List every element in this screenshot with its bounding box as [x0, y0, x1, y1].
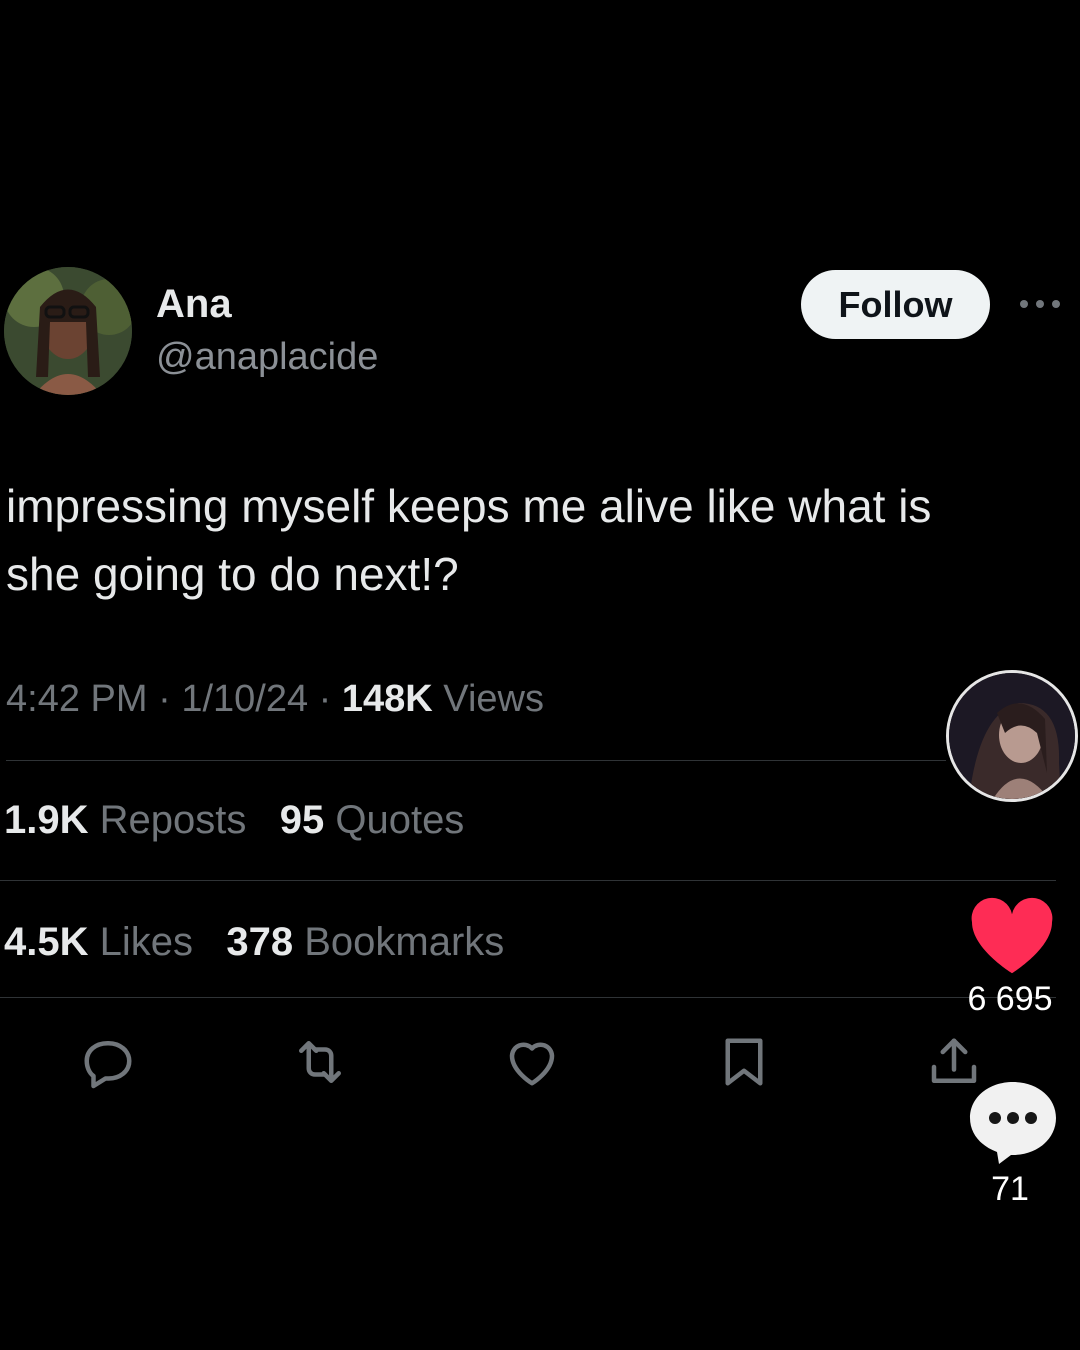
repost-icon[interactable]	[288, 1030, 352, 1094]
separator-dot: ·	[318, 678, 342, 720]
divider	[0, 880, 1056, 881]
overlay-like-icon[interactable]	[968, 895, 1056, 975]
more-options-icon[interactable]	[1018, 294, 1062, 314]
follow-button[interactable]: Follow	[801, 270, 990, 339]
tweet-date: 1/10/24	[181, 678, 309, 720]
tweet-text: impressing myself keeps me alive like wh…	[6, 480, 932, 600]
likes-count[interactable]: 4.5K	[4, 920, 89, 964]
divider	[6, 760, 946, 761]
author-name[interactable]: Ana	[156, 282, 232, 327]
bookmarks-count[interactable]: 378	[226, 920, 293, 964]
like-icon[interactable]	[500, 1030, 564, 1094]
divider	[0, 997, 1056, 998]
overlay-like-count: 6 695	[967, 980, 1053, 1018]
overlay-comment-icon[interactable]	[968, 1078, 1058, 1166]
creator-avatar[interactable]	[946, 670, 1078, 802]
reposts-label[interactable]: Reposts	[100, 798, 247, 842]
quotes-count[interactable]: 95	[280, 798, 325, 842]
overlay-comment-count: 71	[991, 1170, 1029, 1208]
likes-label[interactable]: Likes	[100, 920, 193, 964]
quotes-label[interactable]: Quotes	[335, 798, 464, 842]
reply-icon[interactable]	[76, 1030, 140, 1094]
bookmarks-label[interactable]: Bookmarks	[304, 920, 504, 964]
repost-stats: 1.9K Reposts 95 Quotes	[4, 798, 464, 843]
like-stats: 4.5K Likes 378 Bookmarks	[4, 920, 504, 965]
reposts-count[interactable]: 1.9K	[4, 798, 89, 842]
author-avatar[interactable]	[4, 267, 132, 395]
separator-dot: ·	[158, 678, 182, 720]
bookmark-icon[interactable]	[712, 1030, 776, 1094]
author-handle[interactable]: @anaplacide	[156, 336, 378, 379]
tweet-time: 4:42 PM	[6, 678, 148, 720]
views-count: 148K	[341, 678, 433, 720]
tweet-meta: 4:42 PM · 1/10/24 · 148K Views	[6, 678, 544, 721]
views-label: Views	[443, 678, 544, 720]
